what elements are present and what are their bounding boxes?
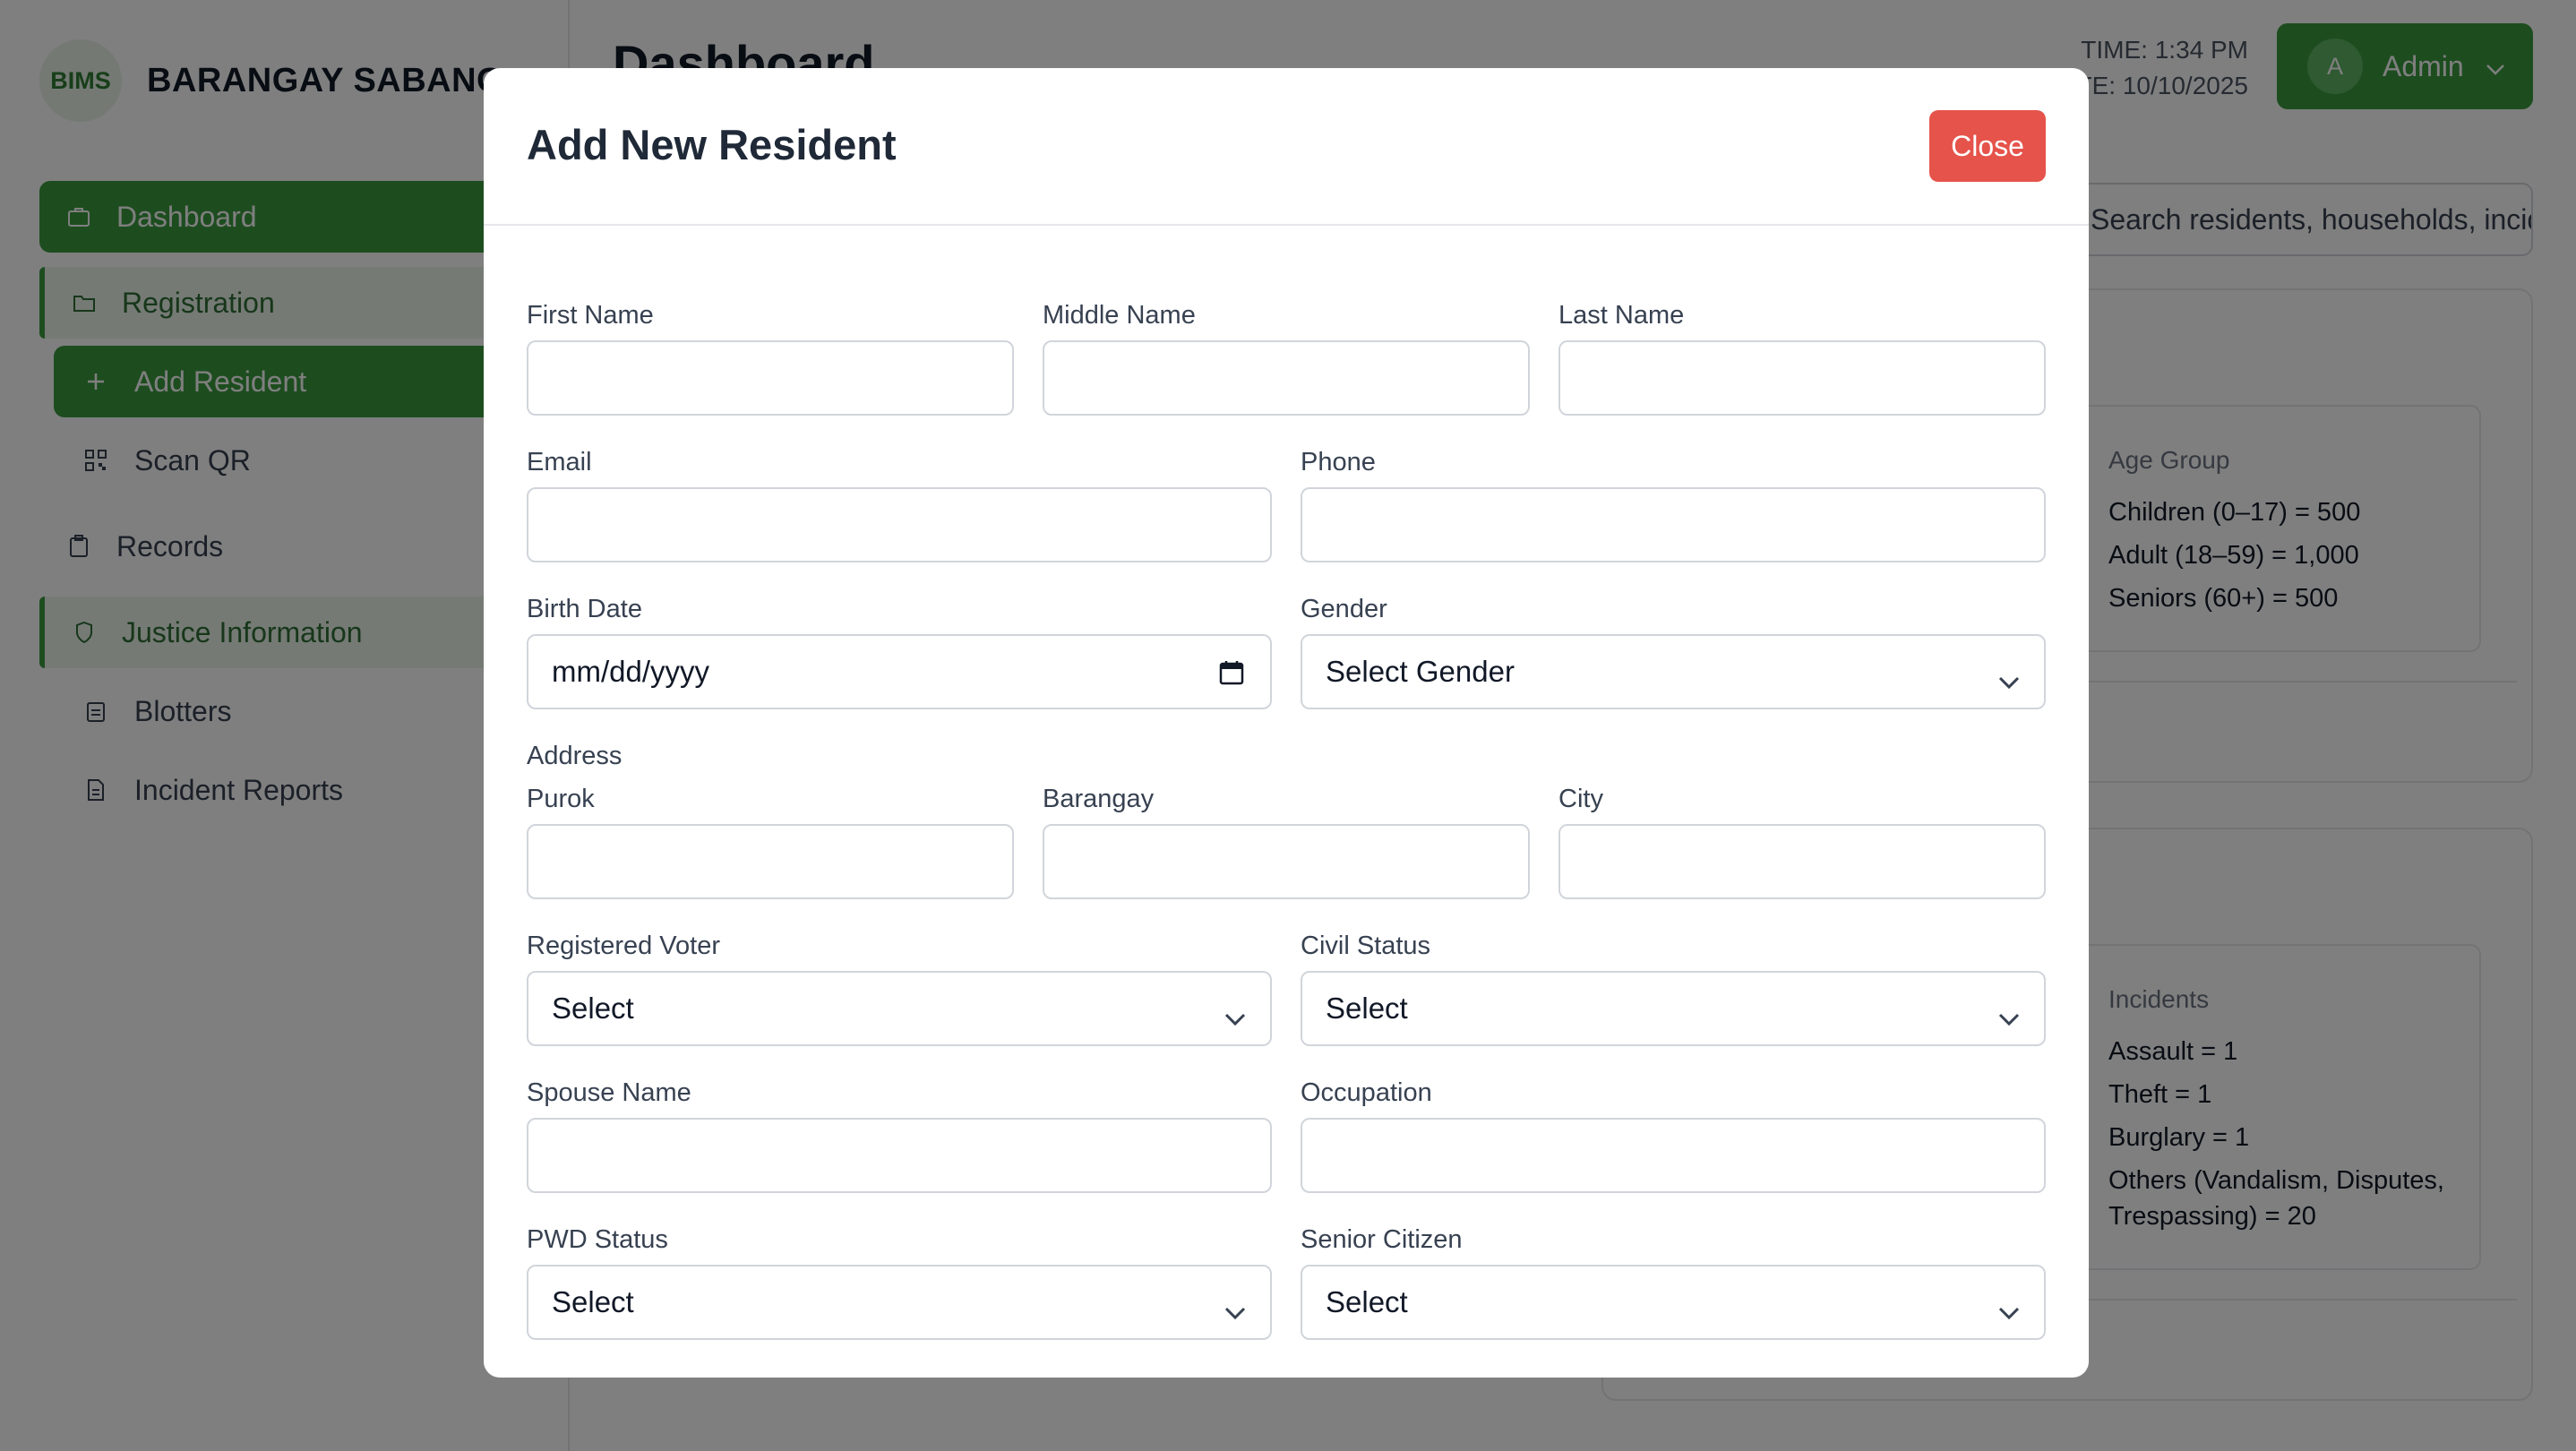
- senior-citizen-value: Select: [1326, 1285, 1408, 1318]
- phone-label: Phone: [1301, 448, 1376, 477]
- gender-label: Gender: [1301, 595, 1387, 623]
- middle-name-label: Middle Name: [1043, 301, 1196, 330]
- occupation-label: Occupation: [1301, 1078, 1432, 1107]
- pwd-status-label: PWD Status: [527, 1225, 668, 1254]
- registered-voter-label: Registered Voter: [527, 932, 721, 960]
- city-field[interactable]: [1558, 824, 2046, 899]
- purok-field[interactable]: [527, 824, 1014, 899]
- add-resident-modal: Add New Resident Close First Name Middle…: [484, 68, 2089, 1378]
- civil-status-label: Civil Status: [1301, 932, 1431, 960]
- senior-citizen-label: Senior Citizen: [1301, 1225, 1463, 1254]
- pwd-status-value: Select: [552, 1285, 634, 1318]
- chevron-down-icon: [1997, 663, 2021, 697]
- occupation-field[interactable]: [1301, 1118, 2046, 1193]
- gender-value: Select Gender: [1326, 655, 1515, 688]
- senior-citizen-select[interactable]: Select: [1301, 1265, 2046, 1340]
- birth-date-label: Birth Date: [527, 595, 642, 623]
- spouse-name-field[interactable]: [527, 1118, 1272, 1193]
- registered-voter-select[interactable]: Select: [527, 971, 1272, 1046]
- civil-status-select[interactable]: Select: [1301, 971, 2046, 1046]
- barangay-field[interactable]: [1043, 824, 1530, 899]
- civil-status-value: Select: [1326, 992, 1408, 1025]
- barangay-label: Barangay: [1043, 785, 1155, 813]
- last-name-field[interactable]: [1558, 340, 2046, 416]
- close-button[interactable]: Close: [1929, 110, 2046, 182]
- chevron-down-icon: [1997, 1000, 2021, 1034]
- city-label: City: [1558, 785, 1603, 813]
- pwd-status-select[interactable]: Select: [527, 1265, 1272, 1340]
- spouse-name-label: Spouse Name: [527, 1078, 691, 1107]
- chevron-down-icon: [1997, 1293, 2021, 1327]
- chevron-down-icon: [1224, 1293, 1247, 1327]
- email-label: Email: [527, 448, 592, 477]
- phone-field[interactable]: [1301, 487, 2046, 562]
- gender-select[interactable]: Select Gender: [1301, 634, 2046, 709]
- birth-date-value: mm/dd/yyyy: [552, 655, 710, 688]
- birth-date-field[interactable]: mm/dd/yyyy: [527, 634, 1272, 709]
- registered-voter-value: Select: [552, 992, 634, 1025]
- middle-name-field[interactable]: [1043, 340, 1530, 416]
- modal-title: Add New Resident: [527, 121, 897, 168]
- address-heading: Address: [527, 742, 623, 770]
- email-field[interactable]: [527, 487, 1272, 562]
- purok-label: Purok: [527, 785, 595, 813]
- calendar-icon[interactable]: [1218, 659, 1245, 693]
- first-name-label: First Name: [527, 301, 654, 330]
- chevron-down-icon: [1224, 1000, 1247, 1034]
- modal-header: Add New Resident Close: [484, 68, 2089, 226]
- last-name-label: Last Name: [1558, 301, 1685, 330]
- first-name-field[interactable]: [527, 340, 1014, 416]
